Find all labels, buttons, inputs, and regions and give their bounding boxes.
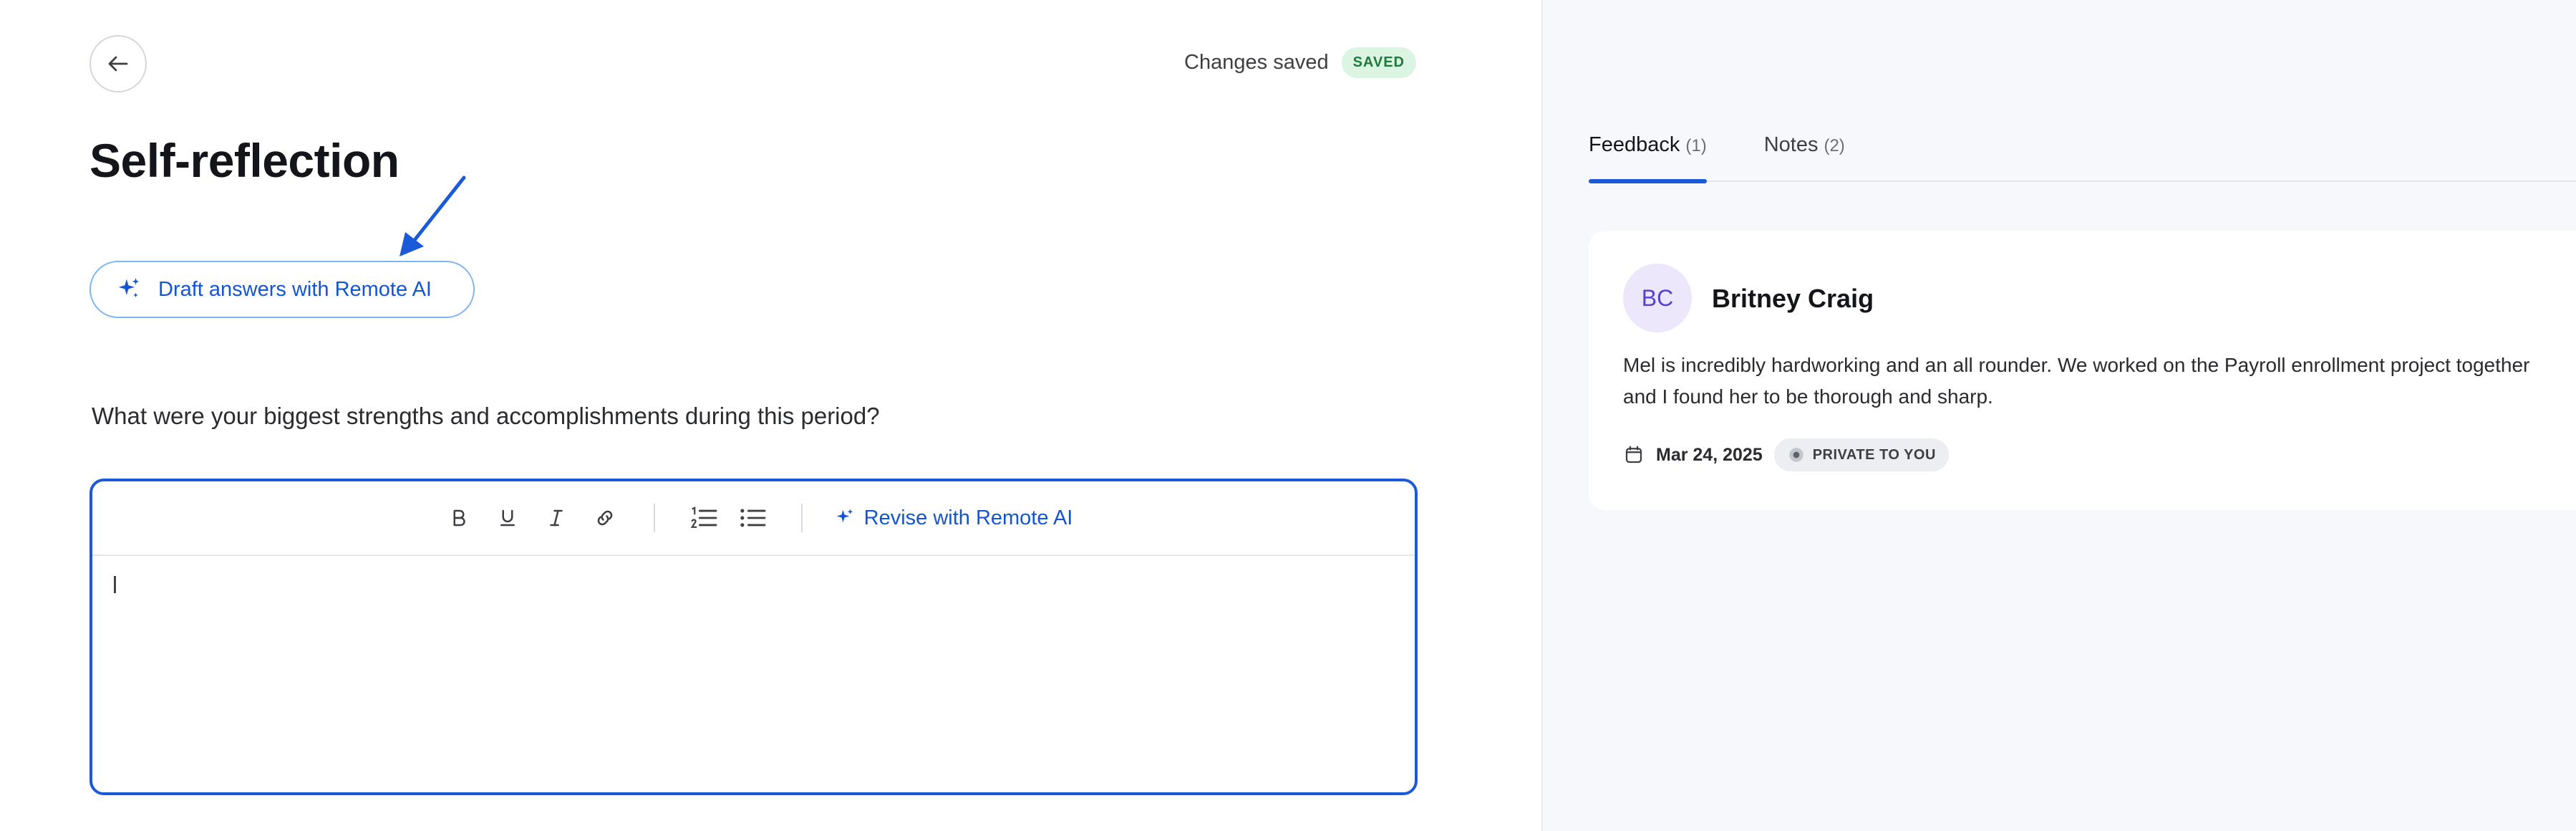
draft-with-ai-button[interactable]: Draft answers with Remote AI xyxy=(89,261,475,318)
numbered-list-icon xyxy=(690,506,717,528)
question-text: What were your biggest strengths and acc… xyxy=(92,403,880,429)
tab-label: Notes xyxy=(1763,133,1819,156)
sparkle-icon xyxy=(836,509,853,523)
privacy-badge: PRIVATE TO YOU xyxy=(1773,438,1949,471)
feedback-text: Mel is incredibly hardworking and an all… xyxy=(1623,354,2530,408)
toolbar-separator xyxy=(800,504,803,532)
underline-icon xyxy=(500,509,515,527)
tab-label: Feedback xyxy=(1589,133,1680,156)
arrow-left-icon xyxy=(108,56,128,72)
side-panel: Feedback (1) Notes (2) BC Britney Craig … xyxy=(1543,0,2576,831)
bold-button[interactable] xyxy=(435,496,483,539)
save-status-text: Changes saved xyxy=(1184,51,1329,74)
feedback-meta: Mar 24, 2025 PRIVATE TO YOU xyxy=(1623,438,1949,471)
underline-button[interactable] xyxy=(483,496,532,539)
bullet-list-button[interactable] xyxy=(728,496,777,539)
numbered-list-button[interactable] xyxy=(679,496,728,539)
link-icon xyxy=(597,510,612,526)
revise-button-label: Revise with Remote AI xyxy=(863,506,1073,529)
tab-notes[interactable]: Notes (2) xyxy=(1764,122,1845,182)
back-button[interactable] xyxy=(89,35,147,92)
reviewer-name: Britney Craig xyxy=(1712,284,1874,313)
tab-feedback[interactable]: Feedback (1) xyxy=(1589,122,1707,183)
answer-text-area[interactable] xyxy=(114,576,1393,778)
privacy-label: PRIVATE TO YOU xyxy=(1812,446,1936,463)
draft-button-label: Draft answers with Remote AI xyxy=(158,277,432,301)
main-panel: Changes saved SAVED Self-reflection Draf… xyxy=(0,0,1541,831)
tab-count: (1) xyxy=(1685,136,1707,155)
annotation-arrow-icon xyxy=(400,176,466,256)
revise-with-ai-button[interactable]: Revise with Remote AI xyxy=(834,506,1073,530)
italic-icon xyxy=(549,509,563,527)
avatar: BC xyxy=(1623,264,1692,332)
toolbar-separator xyxy=(653,504,655,532)
text-cursor xyxy=(114,576,116,593)
sparkle-icon xyxy=(118,278,140,298)
eye-icon xyxy=(1788,448,1803,462)
page-title: Self-reflection xyxy=(89,134,400,187)
bullet-list-icon xyxy=(740,509,766,527)
saved-badge: SAVED xyxy=(1341,47,1416,78)
feedback-date: Mar 24, 2025 xyxy=(1656,444,1763,465)
tab-count: (2) xyxy=(1824,136,1845,155)
calendar-icon xyxy=(1625,446,1642,463)
italic-button[interactable] xyxy=(532,496,581,539)
rich-text-editor[interactable]: Revise with Remote AI xyxy=(89,479,1418,795)
link-button[interactable] xyxy=(581,496,629,539)
side-panel-tabs: Feedback (1) Notes (2) xyxy=(1589,122,2576,183)
save-status: Changes saved SAVED xyxy=(1184,47,1416,78)
feedback-card: BC Britney Craig Mel is incredibly hardw… xyxy=(1589,231,2576,510)
editor-toolbar: Revise with Remote AI xyxy=(92,481,1415,556)
bold-icon xyxy=(453,509,465,527)
